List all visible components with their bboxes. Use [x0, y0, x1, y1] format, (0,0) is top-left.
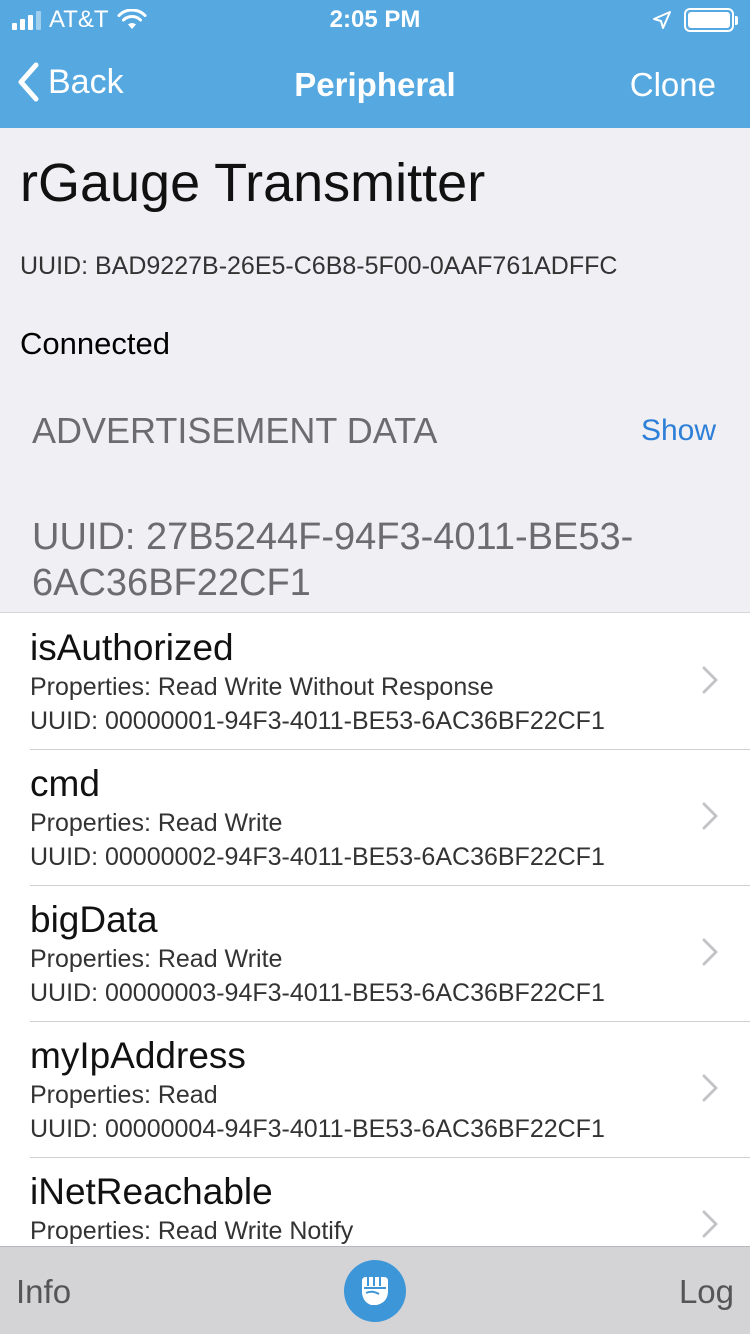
- navigation-bar: Back Peripheral Clone: [0, 40, 750, 128]
- device-uuid: UUID: BAD9227B-26E5-C6B8-5F00-0AAF761ADF…: [20, 252, 618, 280]
- characteristic-name: isAuthorized: [30, 627, 234, 668]
- service-uuid-header: UUID: 27B5244F-94F3-4011-BE53-6AC36BF22C…: [32, 516, 634, 604]
- characteristic-row-inetreachable[interactable]: iNetReachable Properties: Read Write Not…: [0, 1157, 750, 1246]
- characteristic-properties: Properties: Read Write Notify: [30, 1217, 354, 1245]
- characteristic-name: cmd: [30, 763, 100, 804]
- characteristics-list: isAuthorized Properties: Read Write With…: [0, 612, 750, 1246]
- device-name: rGauge Transmitter: [20, 153, 486, 213]
- location-arrow-icon: [653, 11, 671, 29]
- characteristic-name: iNetReachable: [30, 1171, 273, 1212]
- characteristic-properties: Properties: Read Write: [30, 945, 283, 973]
- clone-button[interactable]: Clone: [630, 66, 716, 104]
- connection-status: Connected: [20, 326, 170, 361]
- tab-bar: Info Log: [0, 1246, 750, 1334]
- chevron-right-icon: [702, 938, 718, 966]
- characteristic-uuid: UUID: 00000001-94F3-4011-BE53-6AC36BF22C…: [30, 707, 605, 735]
- characteristic-properties: Properties: Read Write: [30, 809, 283, 837]
- characteristic-uuid: UUID: 00000002-94F3-4011-BE53-6AC36BF22C…: [30, 843, 605, 871]
- show-advertisement-button[interactable]: Show: [641, 414, 716, 448]
- characteristic-uuid: UUID: 00000004-94F3-4011-BE53-6AC36BF22C…: [30, 1115, 605, 1143]
- battery-fill: [688, 12, 730, 28]
- characteristic-row-myipaddress[interactable]: myIpAddress Properties: Read UUID: 00000…: [0, 1021, 750, 1157]
- chevron-right-icon: [702, 802, 718, 830]
- characteristic-properties: Properties: Read Write Without Response: [30, 673, 494, 701]
- characteristic-name: bigData: [30, 899, 158, 940]
- chevron-right-icon: [702, 666, 718, 694]
- back-label: Back: [48, 62, 124, 101]
- fist-icon: [362, 1277, 388, 1305]
- status-bar: AT&T 2:05 PM: [0, 0, 750, 40]
- characteristic-name: myIpAddress: [30, 1035, 246, 1076]
- characteristic-properties: Properties: Read: [30, 1081, 218, 1109]
- characteristic-row-isauthorized[interactable]: isAuthorized Properties: Read Write With…: [0, 613, 750, 749]
- status-time: 2:05 PM: [329, 6, 421, 33]
- battery-icon: [684, 8, 738, 32]
- center-tab-button[interactable]: [344, 1260, 406, 1322]
- status-right: [652, 8, 738, 32]
- characteristic-row-bigdata[interactable]: bigData Properties: Read Write UUID: 000…: [0, 885, 750, 1021]
- tab-info[interactable]: Info: [16, 1273, 71, 1311]
- chevron-right-icon: [702, 1210, 718, 1238]
- characteristic-row-cmd[interactable]: cmd Properties: Read Write UUID: 0000000…: [0, 749, 750, 885]
- tab-log[interactable]: Log: [679, 1273, 734, 1311]
- back-button[interactable]: Back: [16, 62, 124, 102]
- characteristic-uuid: UUID: 00000003-94F3-4011-BE53-6AC36BF22C…: [30, 979, 605, 1007]
- chevron-right-icon: [702, 1074, 718, 1102]
- chevron-left-icon: [18, 62, 39, 102]
- advertisement-data-header: ADVERTISEMENT DATA: [32, 410, 438, 451]
